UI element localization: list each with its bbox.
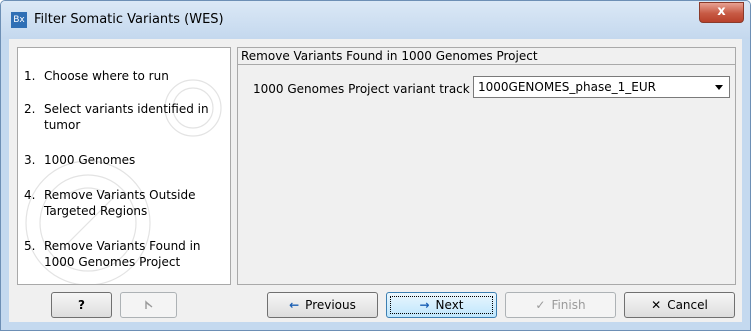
finish-button-label: Finish [551,298,586,312]
reset-button[interactable] [120,292,177,318]
previous-button[interactable]: ← Previous [267,292,378,318]
step-number: 1. [24,69,36,83]
cancel-x-icon: ✕ [651,298,662,312]
wizard-step-4: 4. Remove Variants Outside Targeted Regi… [24,187,228,219]
step-number: 2. [24,102,36,116]
settings-panel: Remove Variants Found in 1000 Genomes Pr… [237,47,736,285]
dialog-window: Bx Filter Somatic Variants (WES) x 1. Ch… [0,0,751,331]
help-button[interactable]: ? [51,292,112,318]
reset-icon [144,299,152,309]
finish-button[interactable]: ✓ Finish [505,292,616,318]
cancel-button[interactable]: ✕ Cancel [624,292,735,318]
checkmark-icon: ✓ [535,298,546,312]
arrow-left-icon: ← [289,298,300,312]
chevron-down-icon[interactable] [715,85,723,90]
close-button[interactable]: x [699,2,744,23]
panel-title: Remove Variants Found in 1000 Genomes Pr… [238,48,735,65]
title-bar[interactable]: Bx Filter Somatic Variants (WES) x [1,1,750,39]
wizard-steps-panel: 1. Choose where to run 2. Select variant… [17,47,231,285]
step-label: Choose where to run [44,69,169,83]
wizard-step-1: 1. Choose where to run [24,68,228,84]
step-label: Select variants identified in tumor [44,102,209,132]
step-label: 1000 Genomes [44,153,136,167]
step-number: 4. [24,188,36,202]
window-title: Filter Somatic Variants (WES) [34,12,224,27]
variant-track-value: 1000GENOMES_phase_1_EUR [478,80,656,94]
step-label: Remove Variants Found in 1000 Genomes Pr… [44,239,201,269]
button-bar: ? ← Previous → Next ✓ Finish ✕ Cancel [9,289,742,322]
focus-ring [390,296,493,314]
next-button[interactable]: → Next [386,292,497,318]
variant-track-select[interactable]: 1000GENOMES_phase_1_EUR [473,76,730,98]
wizard-step-3: 3. 1000 Genomes [24,152,228,168]
dialog-body: 1. Choose where to run 2. Select variant… [9,39,742,322]
wizard-step-2: 2. Select variants identified in tumor [24,101,228,133]
cancel-button-label: Cancel [667,298,708,312]
wizard-step-5: 5. Remove Variants Found in 1000 Genomes… [24,238,228,270]
step-number: 5. [24,239,36,253]
previous-button-label: Previous [305,298,356,312]
step-number: 3. [24,153,36,167]
help-button-label: ? [78,298,85,312]
variant-track-label: 1000 Genomes Project variant track [253,82,470,96]
app-icon: Bx [11,12,27,28]
step-label: Remove Variants Outside Targeted Regions [44,188,196,218]
